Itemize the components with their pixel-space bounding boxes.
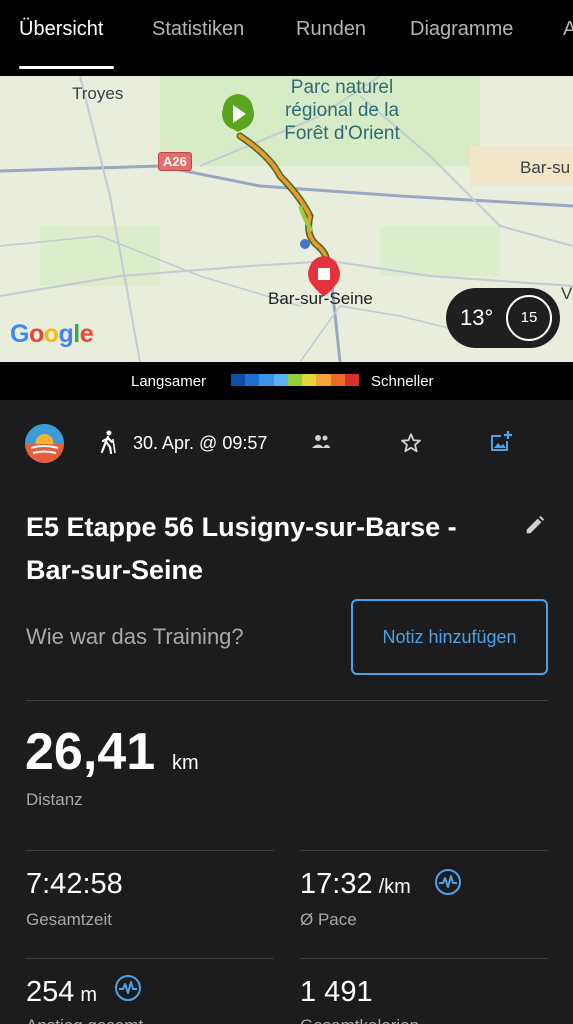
participants-icon[interactable]: [311, 434, 331, 455]
pace-color-segment: [316, 374, 331, 386]
ascent-value: 254: [26, 976, 75, 1008]
pace-stat: 17:32/km: [300, 868, 411, 901]
distance-value: 26,41: [25, 723, 156, 781]
divider: [26, 958, 274, 959]
map-label-bar-sur-seine: Bar-sur-Seine: [268, 289, 373, 308]
pace-color-segment: [330, 374, 345, 386]
pace-color-segment: [287, 374, 303, 386]
calories-label: Gesamtkalorien: [300, 1016, 419, 1024]
pace-color-segment: [344, 374, 359, 386]
pace-color-segment: [273, 374, 288, 386]
google-logo: Google: [10, 320, 94, 348]
pace-color-segment: [231, 374, 246, 386]
divider: [300, 958, 548, 959]
divider: [26, 700, 548, 701]
map-label-troyes: Troyes: [72, 84, 124, 103]
add-note-button[interactable]: Notiz hinzufügen: [351, 599, 548, 675]
pace-legend: Langsamer Schneller: [0, 362, 573, 400]
ascent-unit: m: [80, 984, 98, 1006]
legend-fast-label: Schneller: [371, 373, 434, 390]
pace-unit: /km: [378, 876, 411, 898]
ascent-activity-icon[interactable]: [114, 974, 142, 1007]
legend-slow-label: Langsamer: [131, 373, 207, 390]
tab-more[interactable]: A: [563, 18, 573, 41]
hiking-icon: [98, 430, 118, 459]
active-tab-indicator: [19, 66, 114, 69]
activity-logo-icon: [25, 424, 64, 463]
activity-date: 30. Apr. @ 09:57: [133, 433, 268, 453]
weather-temperature: 13°: [460, 305, 494, 330]
distance-unit: km: [172, 752, 199, 774]
tab-charts[interactable]: Diagramme: [410, 18, 513, 41]
pace-color-segment: [259, 374, 274, 386]
training-feedback-question: Wie war das Training?: [26, 624, 244, 649]
divider: [26, 850, 274, 851]
divider: [300, 850, 548, 851]
total-time-label: Gesamtzeit: [26, 910, 112, 929]
map-label-v: V: [561, 284, 573, 303]
ascent-stat: 254 m: [26, 976, 97, 1009]
distance-label: Distanz: [26, 790, 83, 809]
route-map[interactable]: Troyes Parc naturel régional de la Forêt…: [0, 76, 573, 362]
tab-bar: Übersicht Statistiken Runden Diagramme A: [0, 0, 573, 76]
pace-color-segment: [245, 374, 260, 386]
tab-laps[interactable]: Runden: [296, 18, 366, 41]
map-label-park: Parc naturel régional de la Forêt d'Orie…: [284, 77, 400, 144]
pace-activity-icon[interactable]: [434, 868, 462, 901]
favorite-star-icon[interactable]: [400, 432, 422, 459]
calories-value: 1 491: [300, 976, 373, 1008]
weather-badge[interactable]: 13° 15: [446, 288, 560, 348]
map-label-bar-right: Bar-su: [520, 158, 571, 177]
pace-color-scale: [231, 374, 359, 386]
map-road-badge: A26: [158, 152, 192, 171]
add-photo-icon[interactable]: [489, 430, 513, 459]
ascent-label: Anstieg gesamt: [26, 1016, 143, 1024]
pace-label: Ø Pace: [300, 910, 357, 929]
wind-speed: 15: [520, 309, 538, 326]
wind-direction-icon: 15: [506, 295, 552, 341]
edit-pencil-icon[interactable]: [524, 514, 546, 541]
pace-value: 17:32: [300, 868, 373, 900]
tab-overview[interactable]: Übersicht: [19, 18, 103, 41]
tab-statistics[interactable]: Statistiken: [152, 18, 244, 41]
pace-color-segment: [302, 374, 317, 386]
activity-title: E5 Etappe 56 Lusigny-sur-Barse - Bar-sur…: [26, 512, 457, 585]
total-time-value: 7:42:58: [26, 868, 123, 900]
